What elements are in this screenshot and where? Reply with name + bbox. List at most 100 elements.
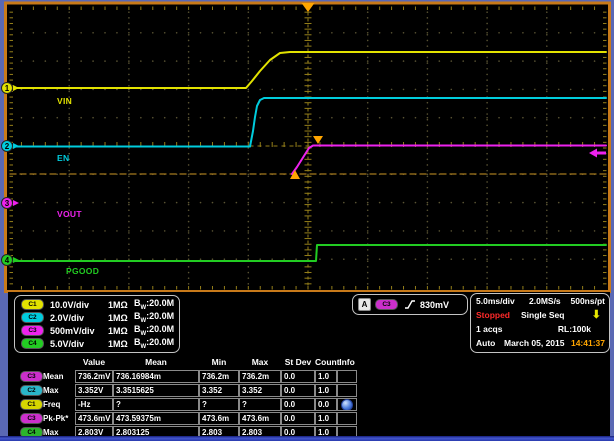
graticule-dot [92, 258, 94, 261]
graticule-dot [128, 158, 130, 161]
channel-row-c3[interactable]: C3 500mV/div 1MΩ BW:20.0M [21, 324, 179, 337]
graticule-dot [593, 230, 596, 232]
graticule-dot [546, 135, 548, 138]
channel-position-arrow-3[interactable] [13, 200, 19, 206]
horizontal-scale[interactable]: 5.0ms/div [476, 296, 515, 306]
graticule-dot [104, 230, 106, 232]
graticule-dot [247, 266, 250, 268]
channel-position-arrow-2[interactable] [13, 143, 19, 149]
graticule-dot [187, 73, 190, 76]
graticule-dot [343, 258, 345, 261]
graticule-dot [462, 116, 465, 119]
down-arrow-icon: ⬇ [591, 309, 601, 321]
graticule-dot [128, 169, 130, 172]
graticule-dot [247, 11, 250, 13]
graticule-dot [68, 230, 70, 232]
graticule-dot [569, 60, 572, 62]
channel-badge-c1[interactable]: C1 [21, 299, 44, 310]
graticule-dot [187, 192, 190, 195]
channel-position-arrow-4[interactable] [13, 257, 19, 263]
graticule-dot [498, 88, 500, 91]
graticule-dot [104, 258, 106, 261]
graticule-dot [366, 220, 369, 223]
graticule-dot [474, 88, 476, 91]
measurement-info[interactable] [337, 398, 357, 411]
graticule-dot [546, 209, 548, 212]
graticule-dot [331, 32, 333, 34]
graticule-dot [128, 135, 130, 138]
graticule-dot [128, 22, 130, 25]
trigger-source-badge[interactable]: C3 [375, 299, 398, 310]
graticule-dot [534, 60, 536, 62]
graticule-dot [486, 277, 488, 279]
trigger-level-readout[interactable]: 830mV [420, 300, 449, 310]
channel-impedance: 1MΩ [108, 312, 128, 323]
graticule-dot [366, 201, 369, 204]
graticule-dot [247, 118, 250, 121]
graticule-dot [366, 22, 369, 25]
channel-marker-2[interactable]: 2 [1, 140, 13, 152]
graticule-dot [283, 230, 285, 232]
measurement-value: 473.6mV [75, 412, 113, 425]
channel-settings-box[interactable]: C1 10.0V/div 1MΩ BW:20.0M C2 2.0V/div 1M… [14, 295, 180, 353]
graticule-dot [56, 173, 59, 176]
trigger-mode[interactable]: Auto [476, 338, 495, 348]
graticule-dot [546, 147, 548, 149]
graticule-dot [20, 116, 23, 119]
channel-marker-1[interactable]: 1 [1, 82, 13, 94]
graticule-dot [44, 201, 47, 204]
column-header: St Dev [284, 357, 312, 367]
graticule-dot [80, 258, 82, 261]
graticule-dot [534, 88, 536, 91]
info-icon[interactable] [341, 399, 353, 410]
channel-row-c4[interactable]: C4 5.0V/div 1MΩ BW:20.0M [21, 337, 179, 350]
trigger-readout-box[interactable]: A C3 830mV [352, 294, 468, 315]
graticule-dot [128, 79, 130, 81]
graticule-dot [557, 201, 560, 204]
graticule-dot [128, 96, 130, 98]
graticule-dot [486, 34, 488, 36]
graticule-dot [128, 56, 130, 59]
graticule-dot [366, 230, 369, 232]
graticule-dot [546, 254, 548, 257]
graticule-dot [510, 201, 512, 204]
channel-badge-c2[interactable]: C2 [21, 312, 44, 323]
graticule-dot [546, 203, 548, 206]
graticule-dot [187, 135, 190, 138]
channel-bandwidth: BW:20.0M [134, 311, 175, 324]
graticule-dot [450, 258, 453, 261]
graticule-dot [426, 39, 429, 42]
graticule-dot [128, 209, 130, 212]
channel-badge-c3[interactable]: C3 [21, 325, 44, 336]
graticule-dot [175, 230, 178, 232]
graticule-dot [498, 116, 500, 119]
graticule-dot [593, 201, 596, 204]
graticule-dot [366, 60, 369, 62]
channel-marker-4[interactable]: 4 [1, 254, 13, 266]
graticule-dot [462, 88, 465, 91]
graticule-dot [175, 32, 178, 34]
channel-row-c2[interactable]: C2 2.0V/div 1MΩ BW:20.0M [21, 311, 179, 324]
graticule-dot [319, 258, 321, 261]
channel-impedance: 1MΩ [108, 338, 128, 349]
graticule-dot [546, 164, 548, 166]
graticule-dot [486, 173, 488, 176]
graticule-dot [486, 201, 488, 204]
timebase-box[interactable]: 5.0ms/div 2.0MS/s 500ns/pt Stopped Singl… [470, 293, 610, 353]
graticule-dot [223, 116, 226, 119]
graticule-dot [390, 116, 393, 119]
graticule-dot [366, 130, 369, 132]
graticule-dot [128, 50, 130, 53]
graticule-dot [283, 60, 285, 62]
graticule-dot [366, 62, 369, 64]
graticule-dot [128, 45, 130, 47]
channel-marker-3[interactable]: 3 [1, 197, 13, 209]
channel-badge-c4[interactable]: C4 [21, 338, 44, 349]
graticule-dot [199, 201, 202, 204]
channel-position-arrow-1[interactable] [13, 85, 19, 91]
graticule-dot [247, 88, 250, 91]
graticule-dot [175, 116, 178, 119]
channel-row-c1[interactable]: C1 10.0V/div 1MΩ BW:20.0M [21, 298, 179, 311]
graticule-dot [510, 258, 512, 261]
graticule-dot [498, 201, 500, 204]
